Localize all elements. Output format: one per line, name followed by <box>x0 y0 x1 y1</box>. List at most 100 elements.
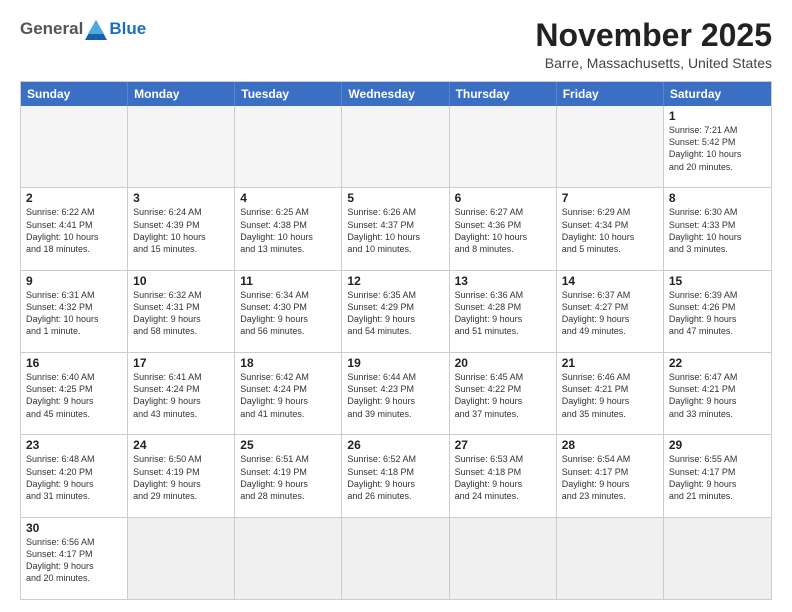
calendar-cell: 2Sunrise: 6:22 AM Sunset: 4:41 PM Daylig… <box>21 188 128 269</box>
weekday-header-tuesday: Tuesday <box>235 82 342 106</box>
day-info: Sunrise: 6:37 AM Sunset: 4:27 PM Dayligh… <box>562 289 658 338</box>
calendar-cell: 1Sunrise: 7:21 AM Sunset: 5:42 PM Daylig… <box>664 106 771 187</box>
day-info: Sunrise: 6:31 AM Sunset: 4:32 PM Dayligh… <box>26 289 122 338</box>
weekday-header-saturday: Saturday <box>664 82 771 106</box>
day-info: Sunrise: 6:26 AM Sunset: 4:37 PM Dayligh… <box>347 206 443 255</box>
day-info: Sunrise: 7:21 AM Sunset: 5:42 PM Dayligh… <box>669 124 766 173</box>
day-number: 8 <box>669 191 766 205</box>
day-info: Sunrise: 6:56 AM Sunset: 4:17 PM Dayligh… <box>26 536 122 585</box>
calendar-cell: 15Sunrise: 6:39 AM Sunset: 4:26 PM Dayli… <box>664 271 771 352</box>
day-number: 22 <box>669 356 766 370</box>
calendar-cell <box>235 518 342 599</box>
day-info: Sunrise: 6:46 AM Sunset: 4:21 PM Dayligh… <box>562 371 658 420</box>
day-number: 28 <box>562 438 658 452</box>
day-number: 20 <box>455 356 551 370</box>
calendar-cell <box>128 106 235 187</box>
day-number: 4 <box>240 191 336 205</box>
calendar-cell: 26Sunrise: 6:52 AM Sunset: 4:18 PM Dayli… <box>342 435 449 516</box>
calendar-cell: 9Sunrise: 6:31 AM Sunset: 4:32 PM Daylig… <box>21 271 128 352</box>
page: General Blue November 2025 Barre, Massac… <box>0 0 792 612</box>
calendar-row-2: 9Sunrise: 6:31 AM Sunset: 4:32 PM Daylig… <box>21 270 771 352</box>
logo: General Blue <box>20 18 146 40</box>
day-number: 9 <box>26 274 122 288</box>
calendar-cell: 3Sunrise: 6:24 AM Sunset: 4:39 PM Daylig… <box>128 188 235 269</box>
calendar-cell: 29Sunrise: 6:55 AM Sunset: 4:17 PM Dayli… <box>664 435 771 516</box>
day-number: 7 <box>562 191 658 205</box>
weekday-header-sunday: Sunday <box>21 82 128 106</box>
day-number: 15 <box>669 274 766 288</box>
day-number: 23 <box>26 438 122 452</box>
calendar-cell: 25Sunrise: 6:51 AM Sunset: 4:19 PM Dayli… <box>235 435 342 516</box>
calendar-row-3: 16Sunrise: 6:40 AM Sunset: 4:25 PM Dayli… <box>21 352 771 434</box>
title-block: November 2025 Barre, Massachusetts, Unit… <box>535 18 772 71</box>
calendar-cell: 24Sunrise: 6:50 AM Sunset: 4:19 PM Dayli… <box>128 435 235 516</box>
day-info: Sunrise: 6:30 AM Sunset: 4:33 PM Dayligh… <box>669 206 766 255</box>
day-info: Sunrise: 6:35 AM Sunset: 4:29 PM Dayligh… <box>347 289 443 338</box>
day-info: Sunrise: 6:34 AM Sunset: 4:30 PM Dayligh… <box>240 289 336 338</box>
calendar-row-1: 2Sunrise: 6:22 AM Sunset: 4:41 PM Daylig… <box>21 187 771 269</box>
calendar-cell <box>128 518 235 599</box>
day-info: Sunrise: 6:50 AM Sunset: 4:19 PM Dayligh… <box>133 453 229 502</box>
day-number: 30 <box>26 521 122 535</box>
day-info: Sunrise: 6:42 AM Sunset: 4:24 PM Dayligh… <box>240 371 336 420</box>
day-number: 25 <box>240 438 336 452</box>
day-number: 1 <box>669 109 766 123</box>
calendar-cell: 23Sunrise: 6:48 AM Sunset: 4:20 PM Dayli… <box>21 435 128 516</box>
calendar-cell: 8Sunrise: 6:30 AM Sunset: 4:33 PM Daylig… <box>664 188 771 269</box>
calendar-cell <box>21 106 128 187</box>
calendar-cell: 21Sunrise: 6:46 AM Sunset: 4:21 PM Dayli… <box>557 353 664 434</box>
day-number: 18 <box>240 356 336 370</box>
day-number: 24 <box>133 438 229 452</box>
day-info: Sunrise: 6:24 AM Sunset: 4:39 PM Dayligh… <box>133 206 229 255</box>
day-info: Sunrise: 6:36 AM Sunset: 4:28 PM Dayligh… <box>455 289 551 338</box>
calendar-cell <box>450 518 557 599</box>
weekday-header-thursday: Thursday <box>450 82 557 106</box>
location-text: Barre, Massachusetts, United States <box>535 55 772 71</box>
calendar-cell: 18Sunrise: 6:42 AM Sunset: 4:24 PM Dayli… <box>235 353 342 434</box>
day-number: 2 <box>26 191 122 205</box>
calendar-cell <box>342 106 449 187</box>
calendar-cell <box>450 106 557 187</box>
day-info: Sunrise: 6:48 AM Sunset: 4:20 PM Dayligh… <box>26 453 122 502</box>
day-info: Sunrise: 6:44 AM Sunset: 4:23 PM Dayligh… <box>347 371 443 420</box>
calendar-cell <box>557 518 664 599</box>
day-number: 6 <box>455 191 551 205</box>
day-info: Sunrise: 6:40 AM Sunset: 4:25 PM Dayligh… <box>26 371 122 420</box>
month-title: November 2025 <box>535 18 772 53</box>
header: General Blue November 2025 Barre, Massac… <box>20 18 772 71</box>
calendar: SundayMondayTuesdayWednesdayThursdayFrid… <box>20 81 772 600</box>
logo-general-text: General <box>20 19 83 39</box>
calendar-cell: 11Sunrise: 6:34 AM Sunset: 4:30 PM Dayli… <box>235 271 342 352</box>
day-number: 21 <box>562 356 658 370</box>
calendar-cell <box>664 518 771 599</box>
day-number: 19 <box>347 356 443 370</box>
calendar-row-4: 23Sunrise: 6:48 AM Sunset: 4:20 PM Dayli… <box>21 434 771 516</box>
calendar-cell: 30Sunrise: 6:56 AM Sunset: 4:17 PM Dayli… <box>21 518 128 599</box>
weekday-header-friday: Friday <box>557 82 664 106</box>
day-number: 10 <box>133 274 229 288</box>
day-number: 27 <box>455 438 551 452</box>
day-info: Sunrise: 6:52 AM Sunset: 4:18 PM Dayligh… <box>347 453 443 502</box>
calendar-cell <box>235 106 342 187</box>
day-number: 11 <box>240 274 336 288</box>
calendar-cell: 28Sunrise: 6:54 AM Sunset: 4:17 PM Dayli… <box>557 435 664 516</box>
calendar-cell: 13Sunrise: 6:36 AM Sunset: 4:28 PM Dayli… <box>450 271 557 352</box>
calendar-cell: 17Sunrise: 6:41 AM Sunset: 4:24 PM Dayli… <box>128 353 235 434</box>
day-info: Sunrise: 6:32 AM Sunset: 4:31 PM Dayligh… <box>133 289 229 338</box>
calendar-row-5: 30Sunrise: 6:56 AM Sunset: 4:17 PM Dayli… <box>21 517 771 599</box>
day-info: Sunrise: 6:39 AM Sunset: 4:26 PM Dayligh… <box>669 289 766 338</box>
day-info: Sunrise: 6:47 AM Sunset: 4:21 PM Dayligh… <box>669 371 766 420</box>
calendar-row-0: 1Sunrise: 7:21 AM Sunset: 5:42 PM Daylig… <box>21 106 771 187</box>
calendar-cell: 10Sunrise: 6:32 AM Sunset: 4:31 PM Dayli… <box>128 271 235 352</box>
weekday-header-wednesday: Wednesday <box>342 82 449 106</box>
calendar-cell <box>557 106 664 187</box>
day-number: 5 <box>347 191 443 205</box>
calendar-cell: 5Sunrise: 6:26 AM Sunset: 4:37 PM Daylig… <box>342 188 449 269</box>
day-number: 16 <box>26 356 122 370</box>
day-info: Sunrise: 6:29 AM Sunset: 4:34 PM Dayligh… <box>562 206 658 255</box>
day-number: 14 <box>562 274 658 288</box>
calendar-cell: 7Sunrise: 6:29 AM Sunset: 4:34 PM Daylig… <box>557 188 664 269</box>
calendar-body: 1Sunrise: 7:21 AM Sunset: 5:42 PM Daylig… <box>21 106 771 599</box>
weekday-header-monday: Monday <box>128 82 235 106</box>
day-number: 17 <box>133 356 229 370</box>
